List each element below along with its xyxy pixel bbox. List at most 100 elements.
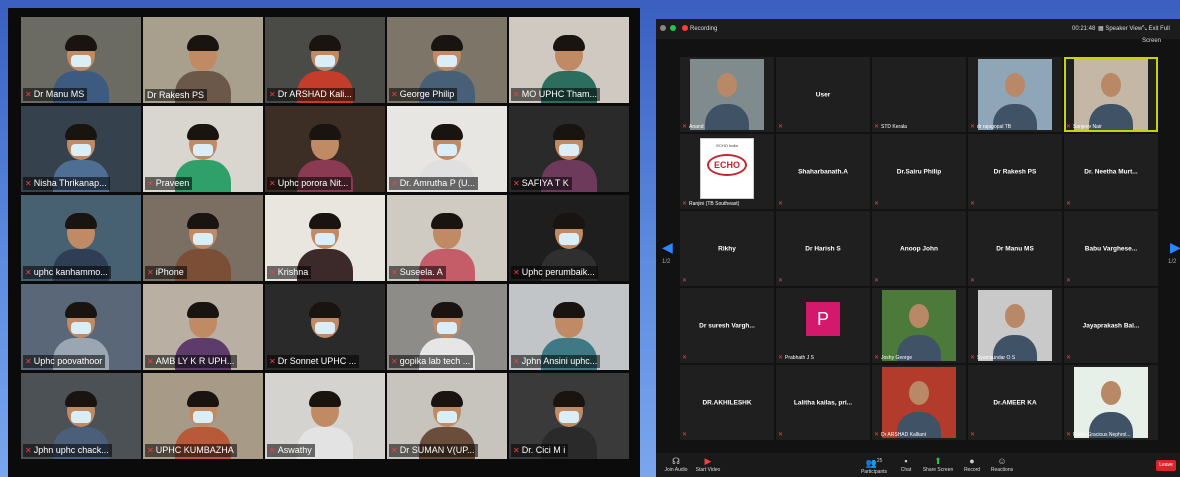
zoom-participant-tile[interactable]: ✕ Noble Gracious Nephrol... bbox=[1064, 365, 1158, 440]
zoom-participant-tile[interactable]: ✕ dr rajagopal TB bbox=[968, 57, 1062, 132]
muted-mic-icon: ✕ bbox=[778, 355, 784, 361]
muted-mic-icon: ✕ bbox=[269, 268, 276, 277]
start-video-button[interactable]: ▶ Start Video bbox=[688, 455, 728, 473]
participant-tile[interactable]: ✕ Dr ARSHAD Kali... bbox=[265, 17, 385, 103]
zoom-participant-tile[interactable]: ✕ STD Kerala bbox=[872, 57, 966, 132]
zoom-participant-tile[interactable]: ✕ Syamsundar O S bbox=[968, 288, 1062, 363]
prev-page-arrow-icon[interactable]: ◀ bbox=[662, 239, 673, 256]
muted-mic-icon: ✕ bbox=[874, 278, 880, 284]
participant-label: dr rajagopal TB bbox=[977, 124, 1012, 130]
participant-name-label: ✕ George Philip bbox=[389, 88, 458, 101]
participant-tile[interactable]: ✕ iPhone bbox=[143, 195, 263, 281]
muted-mic-icon: ✕ bbox=[778, 124, 784, 130]
zoom-topbar: Recording 00:21:48 ▦ Speaker View ⤡ Exit… bbox=[656, 19, 1180, 44]
participant-name: Dr SUMAN V(UP... bbox=[399, 445, 475, 455]
participant-tile[interactable]: ✕ Jphn Ansini uphc... bbox=[509, 284, 629, 370]
participant-tile[interactable]: ✕ Aswathy bbox=[265, 373, 385, 459]
zoom-participant-tile[interactable]: Dr Rakesh PS ✕ bbox=[968, 134, 1062, 209]
participant-tile[interactable]: ✕ Suseela. A bbox=[387, 195, 507, 281]
zoom-participant-tile[interactable]: Babu Varghese... ✕ bbox=[1064, 211, 1158, 286]
zoom-participant-tile[interactable]: User ✕ bbox=[776, 57, 870, 132]
muted-mic-icon: ✕ bbox=[147, 446, 154, 455]
zoom-participant-tile[interactable]: ✕ Anand bbox=[680, 57, 774, 132]
security-icon[interactable] bbox=[670, 23, 678, 35]
participant-tile[interactable]: ✕ Praveen bbox=[143, 106, 263, 192]
participant-tile[interactable]: ✕ SAFIYA T K bbox=[509, 106, 629, 192]
participant-tile[interactable]: ✕ Krishna bbox=[265, 195, 385, 281]
zoom-participant-tile[interactable]: ✕ Dr ARSHAD Kalliant bbox=[872, 365, 966, 440]
participant-label: Noble Gracious Nephrol... bbox=[1073, 432, 1131, 438]
participant-name-label: ✕ gopika lab tech ... bbox=[389, 355, 474, 368]
muted-mic-icon: ✕ bbox=[147, 268, 154, 277]
zoom-participant-tile[interactable]: Dr Manu MS ✕ bbox=[968, 211, 1062, 286]
muted-mic-icon: ✕ bbox=[147, 179, 154, 188]
speaker-view-button[interactable]: ▦ Speaker View bbox=[1098, 23, 1142, 35]
recording-label: Recording bbox=[690, 26, 718, 32]
participant-name-label: ✕ bbox=[970, 277, 977, 284]
reactions-button[interactable]: ☺ Reactions bbox=[982, 455, 1022, 473]
participant-tile[interactable]: ✕ Dr Sonnet UPHC ... bbox=[265, 284, 385, 370]
muted-mic-icon: ✕ bbox=[874, 124, 880, 130]
participant-tile[interactable]: ✕ Uphc porora Nit... bbox=[265, 106, 385, 192]
info-icon[interactable] bbox=[660, 23, 668, 35]
participant-tile[interactable]: ✕ Dr. Amrutha P (U... bbox=[387, 106, 507, 192]
muted-mic-icon: ✕ bbox=[269, 357, 276, 366]
participant-video bbox=[1074, 59, 1148, 130]
participant-tile[interactable]: ✕ Dr. Cici M i bbox=[509, 373, 629, 459]
zoom-participant-tile[interactable]: Rikhy ✕ bbox=[680, 211, 774, 286]
participant-name: Suseela. A bbox=[399, 267, 443, 277]
zoom-participant-tile[interactable]: DR.AKHILESHK ✕ bbox=[680, 365, 774, 440]
participant-name-label: ✕ Dr Sonnet UPHC ... bbox=[267, 355, 360, 368]
participant-name: Dr Sonnet UPHC ... bbox=[277, 356, 357, 366]
participant-name-label: ✕ dr rajagopal TB bbox=[970, 123, 1011, 130]
muted-mic-icon: ✕ bbox=[513, 268, 520, 277]
zoom-participant-tile[interactable]: Anoop John ✕ bbox=[872, 211, 966, 286]
zoom-participant-tile[interactable]: Shaharbanath.A ✕ bbox=[776, 134, 870, 209]
muted-mic-icon: ✕ bbox=[269, 446, 276, 455]
participant-tile[interactable]: ✕ George Philip bbox=[387, 17, 507, 103]
muted-mic-icon: ✕ bbox=[682, 355, 688, 361]
participant-name-label: ✕ bbox=[682, 277, 689, 284]
participant-tile[interactable]: ✕ Dr Manu MS bbox=[21, 17, 141, 103]
exit-full-screen-button[interactable]: ⤡ Exit Full Screen bbox=[1142, 23, 1180, 47]
participant-name: Dr suresh Vargh... bbox=[699, 322, 755, 329]
recording-dot-icon bbox=[682, 25, 688, 32]
participant-name-label: ✕ Dr. Amrutha P (U... bbox=[389, 177, 479, 190]
zoom-participant-tile[interactable]: Lalitha kailas, pri... ✕ bbox=[776, 365, 870, 440]
participant-name-label: ✕ bbox=[970, 200, 977, 207]
participant-label: Ranjini (TB Southeast) bbox=[689, 201, 740, 207]
zoom-participant-tile[interactable]: ECHO India ECHO ✕ Ranjini (TB Southeast) bbox=[680, 134, 774, 209]
zoom-participant-tile[interactable]: Jayaprakash Bal... ✕ bbox=[1064, 288, 1158, 363]
muted-mic-icon: ✕ bbox=[874, 432, 880, 438]
participant-name-label: ✕ bbox=[778, 200, 785, 207]
zoom-participant-tile[interactable]: Dr suresh Vargh... ✕ bbox=[680, 288, 774, 363]
participant-name: Dr Rakesh PS bbox=[993, 168, 1037, 175]
muted-mic-icon: ✕ bbox=[513, 90, 520, 99]
zoom-participant-tile[interactable]: P ✕ Prabhath J S bbox=[776, 288, 870, 363]
participant-tile[interactable]: ✕ Nisha Thrikanap... bbox=[21, 106, 141, 192]
zoom-window: Recording 00:21:48 ▦ Speaker View ⤡ Exit… bbox=[656, 19, 1180, 477]
participant-tile[interactable]: Dr Rakesh PS bbox=[143, 17, 263, 103]
page-indicator-right: 1/2 bbox=[1168, 259, 1177, 265]
participant-name-label: ✕ bbox=[682, 354, 689, 361]
next-page-arrow-icon[interactable]: ▶ bbox=[1170, 239, 1180, 256]
leave-button[interactable]: Leave bbox=[1156, 460, 1176, 471]
zoom-participant-tile[interactable]: Dr Harish S ✕ bbox=[776, 211, 870, 286]
participant-tile[interactable]: ✕ uphc kanhammo... bbox=[21, 195, 141, 281]
zoom-participant-tile[interactable]: ✕ Sanjeev Nair bbox=[1064, 57, 1158, 132]
zoom-participant-tile[interactable]: Dr. Neetha Murt... ✕ bbox=[1064, 134, 1158, 209]
zoom-participant-tile[interactable]: Dr.Sairu Philip ✕ bbox=[872, 134, 966, 209]
participant-tile[interactable]: ✕ AMB LY K R UPH... bbox=[143, 284, 263, 370]
participant-tile[interactable]: ✕ UPHC KUMBAZHA bbox=[143, 373, 263, 459]
participant-tile[interactable]: ✕ gopika lab tech ... bbox=[387, 284, 507, 370]
zoom-participant-tile[interactable]: ✕ Joshy George bbox=[872, 288, 966, 363]
participant-tile[interactable]: ✕ Dr SUMAN V(UP... bbox=[387, 373, 507, 459]
participant-tile[interactable]: ✕ Jphn uphc chack... bbox=[21, 373, 141, 459]
participant-name-label: ✕ Uphc porora Nit... bbox=[267, 177, 352, 190]
participant-tile[interactable]: ✕ MO UPHC Tham... bbox=[509, 17, 629, 103]
participant-name: Jphn Ansini uphc... bbox=[521, 356, 598, 366]
zoom-participant-tile[interactable]: Dr.AMEER KA ✕ bbox=[968, 365, 1062, 440]
participant-tile[interactable]: ✕ Uphc perumbaik... bbox=[509, 195, 629, 281]
participant-label: Joshy George bbox=[881, 355, 913, 361]
participant-tile[interactable]: ✕ Uphc poovathoor bbox=[21, 284, 141, 370]
